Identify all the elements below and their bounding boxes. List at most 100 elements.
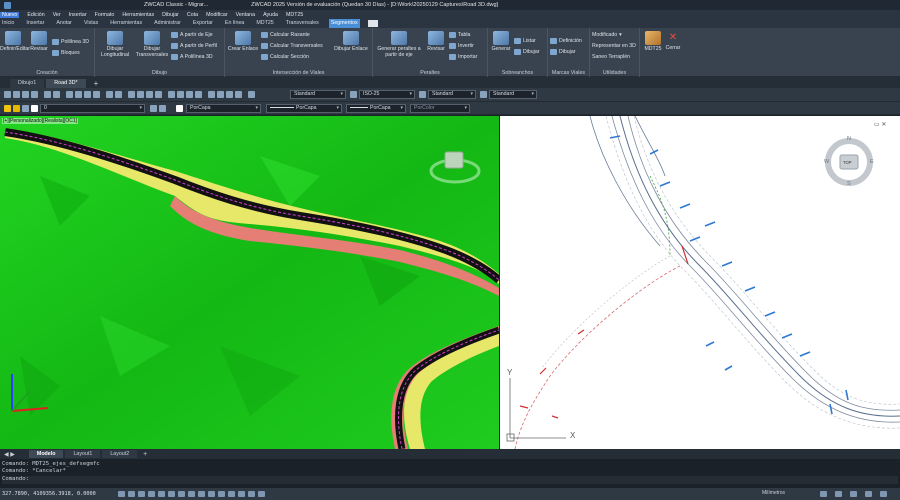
generar-peraltes-button[interactable]: Generar peraltes a partir de eje — [375, 31, 423, 58]
calcular-rasante-button[interactable]: Calcular Rasante — [261, 32, 310, 38]
text-style-icon[interactable] — [248, 91, 255, 98]
color-select[interactable]: PorCapa — [186, 104, 261, 113]
new-tab-plus-icon[interactable]: + — [88, 79, 99, 88]
tab-administrar[interactable]: Administrar — [152, 19, 183, 28]
representar-3d-button[interactable]: Representar en 3D — [592, 43, 636, 49]
dibujar-enlace-button[interactable]: Dibujar Enlace — [331, 31, 371, 52]
dibujar-longitudinal-button[interactable]: Dibujar Longitudinal — [97, 31, 133, 58]
tab-transversales[interactable]: Transversales — [284, 19, 321, 28]
menu-formato[interactable]: Formato — [95, 12, 115, 18]
command-input[interactable]: Comando: — [2, 476, 898, 484]
properties-icon[interactable] — [168, 91, 175, 98]
plot-style-select[interactable]: PorColor — [410, 104, 470, 113]
table-style-select[interactable]: Standard — [428, 90, 476, 99]
model-space-icon[interactable] — [238, 491, 245, 497]
polilinea-3d-button[interactable]: Polilínea 3D — [52, 39, 89, 45]
workspace-switch-icon[interactable] — [258, 491, 265, 497]
dibujar-sobreanchos-button[interactable]: Dibujar — [514, 49, 539, 55]
layout-tab-layout1[interactable]: Layout1 — [65, 450, 101, 458]
a-partir-de-eje-button[interactable]: A partir de Eje — [171, 32, 213, 38]
menu-cota[interactable]: Cota — [187, 12, 198, 18]
tab-segmentos[interactable]: Segmentos — [328, 19, 360, 28]
menu-modificar[interactable]: Modificar — [206, 12, 228, 18]
layer-previous-icon[interactable] — [159, 105, 166, 112]
lineweight-select[interactable]: PorCapa — [346, 104, 406, 113]
grid-display-icon[interactable] — [128, 491, 135, 497]
invertir-button[interactable]: Invertir — [449, 43, 474, 49]
listar-button[interactable]: Listar — [514, 38, 536, 44]
annotation-scale-icon[interactable] — [820, 491, 827, 497]
annotation-visibility-icon[interactable] — [835, 491, 842, 497]
save-icon[interactable] — [22, 91, 29, 98]
tab-insertar[interactable]: Insertar — [24, 19, 46, 28]
doc-tab-dibujo1[interactable]: Dibujo1 — [10, 79, 45, 88]
importar-button[interactable]: Importar — [449, 54, 477, 60]
snap-grid-icon[interactable] — [118, 491, 125, 497]
dim-style-icon[interactable] — [350, 91, 357, 98]
copy-icon[interactable] — [75, 91, 82, 98]
print-icon[interactable] — [31, 91, 38, 98]
text-style-select[interactable]: Standard — [290, 90, 346, 99]
viewcube-top-face[interactable]: TOP — [843, 160, 852, 165]
layer-select[interactable]: 0 — [40, 104, 145, 113]
menu-ver[interactable]: Ver — [53, 12, 61, 18]
undo-icon[interactable] — [106, 91, 113, 98]
calculator-icon[interactable] — [208, 91, 215, 98]
menu-dibujar[interactable]: Dibujar — [162, 12, 179, 18]
quick-properties-icon[interactable] — [248, 491, 255, 497]
dibujar-transversales-button[interactable]: Dibujar Transversales — [135, 31, 169, 58]
tab-mdt25[interactable]: MDT25 — [254, 19, 275, 28]
bloques-button[interactable]: Bloques — [52, 50, 80, 56]
revisar-peraltes-button[interactable]: Revisar — [425, 31, 447, 52]
viewport-window-controls[interactable]: ▭ ✕ — [874, 121, 886, 128]
polar-tracking-icon[interactable] — [148, 491, 155, 497]
annotation-monitor-icon[interactable] — [228, 491, 235, 497]
zoom-previous-icon[interactable] — [155, 91, 162, 98]
menu-mdt25[interactable]: MDT25 — [286, 12, 303, 18]
markup-icon[interactable] — [217, 91, 224, 98]
ribbon-options-icon[interactable] — [367, 20, 378, 27]
add-layout-plus-icon[interactable]: + — [139, 451, 147, 458]
tab-vistas[interactable]: Vistas — [82, 19, 100, 28]
a-partir-de-perfil-button[interactable]: A partir de Perfil — [171, 43, 217, 49]
layer-manager-icon[interactable] — [195, 91, 202, 98]
design-center-icon[interactable] — [177, 91, 184, 98]
menu-insertar[interactable]: Insertar — [69, 12, 87, 18]
a-polilinea-3d-button[interactable]: A Polilínea 3D — [171, 54, 213, 60]
calcular-seccion-button[interactable]: Calcular Sección — [261, 54, 309, 60]
cursor-coordinates[interactable]: 327.7890, 4109356.3918, 0.0000 — [2, 491, 96, 497]
tab-exportar[interactable]: Exportar — [191, 19, 215, 28]
viewport-2d-plan[interactable]: N S E W TOP X Y ▭ ✕ — [500, 116, 900, 449]
mdt25-button[interactable]: MDT25 — [642, 31, 664, 52]
hardware-acceleration-icon[interactable] — [850, 491, 857, 497]
ortho-mode-icon[interactable] — [138, 491, 145, 497]
tab-herramientas[interactable]: Herramientas — [108, 19, 144, 28]
saneo-terraplen-button[interactable]: Saneo Terraplén — [592, 54, 630, 60]
layer-lock-icon[interactable] — [22, 105, 29, 112]
viewport-3d-realistic[interactable]: [+][Personalizado][Realista][OC1] — [0, 116, 499, 449]
linetype-select[interactable]: PorCapa — [266, 104, 342, 113]
new-file-icon[interactable] — [4, 91, 11, 98]
revisar-creacion-button[interactable]: Revisar — [28, 31, 50, 52]
menu-herramientas[interactable]: Herramientas — [122, 12, 154, 18]
viewport-label[interactable]: [+][Personalizado][Realista][OC1] — [2, 118, 79, 124]
redo-icon[interactable] — [115, 91, 122, 98]
pan-icon[interactable] — [128, 91, 135, 98]
tabla-button[interactable]: Tabla — [449, 32, 470, 38]
tab-en-linea[interactable]: En línea — [223, 19, 246, 28]
units-display[interactable]: Milímetros — [762, 490, 785, 496]
zoom-icon[interactable] — [137, 91, 144, 98]
generar-sobreanchos-button[interactable]: Generar — [490, 31, 512, 52]
object-snap-icon[interactable] — [158, 491, 165, 497]
menu-edicion[interactable]: Edición — [27, 12, 44, 18]
dynamic-ucs-icon[interactable] — [178, 491, 185, 497]
menu-nuevo[interactable]: Nuevo — [0, 11, 20, 18]
publish-icon[interactable] — [53, 91, 60, 98]
tab-anotar[interactable]: Anotar — [54, 19, 74, 28]
snap-tracking-icon[interactable] — [168, 491, 175, 497]
sheet-set-icon[interactable] — [226, 91, 233, 98]
lineweight-display-icon[interactable] — [198, 491, 205, 497]
mleader-style-icon[interactable] — [480, 91, 487, 98]
definir-editar-button[interactable]: Definir/Editar — [0, 31, 30, 52]
zoom-window-icon[interactable] — [146, 91, 153, 98]
